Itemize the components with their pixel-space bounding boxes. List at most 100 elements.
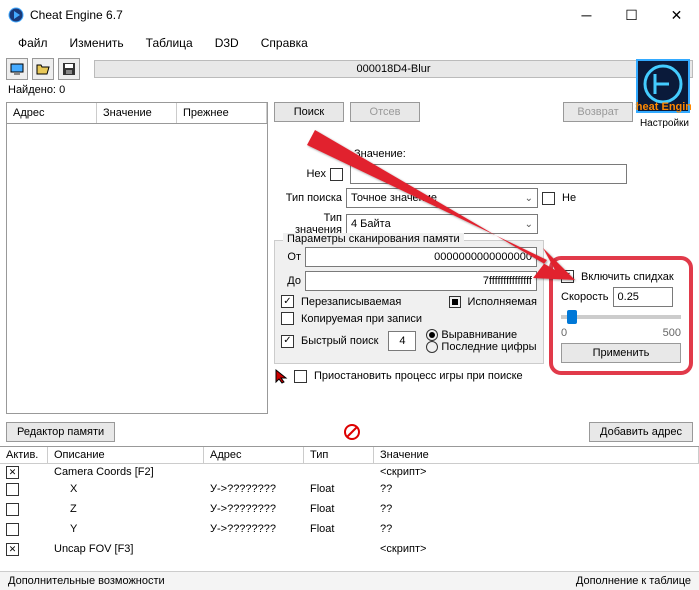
value-input[interactable]: [350, 164, 627, 184]
slider-min: 0: [561, 327, 567, 339]
open-file-button[interactable]: [32, 58, 54, 80]
cell-addr: [204, 541, 304, 558]
cow-checkbox[interactable]: [281, 312, 294, 325]
forbidden-icon[interactable]: [343, 423, 361, 441]
cell-desc: Z: [48, 501, 204, 521]
table-row[interactable]: ZУ->????????Float??: [0, 501, 699, 521]
arrow-cursor-icon: [274, 368, 290, 384]
col-address[interactable]: Адрес: [7, 103, 97, 123]
th-val[interactable]: Значение: [374, 447, 699, 463]
col-previous[interactable]: Прежнее: [177, 103, 267, 123]
cell-type: [304, 464, 374, 481]
undo-button[interactable]: Возврат: [563, 102, 633, 122]
window-title: Cheat Engine 6.7: [30, 8, 564, 22]
writable-label: Перезаписываемая: [301, 296, 401, 308]
hex-checkbox[interactable]: [330, 168, 343, 181]
pause-game-label: Приостановить процесс игры при поиске: [314, 370, 523, 382]
table-row[interactable]: Uncap FOV [F3] <скрипт>: [0, 541, 699, 558]
scan-params-title: Параметры сканирования памяти: [283, 233, 464, 245]
to-label: До: [281, 275, 301, 287]
scan-panel: Поиск Отсев Возврат Значение: Hex Тип по…: [274, 102, 693, 414]
cell-desc: Uncap FOV [F3]: [48, 541, 204, 558]
speedhack-panel: Включить спидхак Скорость 0 500 Применит…: [549, 256, 693, 375]
search-type-select[interactable]: Точное значение: [346, 188, 538, 208]
cell-val: ??: [374, 481, 699, 501]
bottom-bar: Редактор памяти Добавить адрес: [0, 418, 699, 446]
apply-button[interactable]: Применить: [561, 343, 681, 363]
menu-table[interactable]: Таблица: [136, 32, 203, 54]
last-digits-radio[interactable]: [426, 341, 438, 353]
filter-button[interactable]: Отсев: [350, 102, 420, 122]
minimize-button[interactable]: ─: [564, 0, 609, 30]
fast-scan-checkbox[interactable]: [281, 335, 294, 348]
cell-desc: X: [48, 481, 204, 501]
not-checkbox[interactable]: [542, 192, 555, 205]
found-count: 0: [59, 84, 65, 96]
th-active[interactable]: Актив.: [0, 447, 48, 463]
slider-thumb[interactable]: [567, 310, 577, 324]
address-table: Актив. Описание Адрес Тип Значение Camer…: [0, 446, 699, 558]
process-label: 000018D4-Blur: [94, 60, 693, 78]
table-row[interactable]: XУ->????????Float??: [0, 481, 699, 501]
value-type-select[interactable]: 4 Байта: [346, 214, 538, 234]
pause-game-checkbox[interactable]: [294, 370, 307, 383]
titlebar: Cheat Engine 6.7 ─ ☐ ✕: [0, 0, 699, 30]
search-type-label: Тип поиска: [274, 192, 342, 204]
active-checkbox[interactable]: [6, 466, 19, 479]
save-button[interactable]: [58, 58, 80, 80]
active-checkbox[interactable]: [6, 523, 19, 536]
status-left[interactable]: Дополнительные возможности: [8, 575, 165, 587]
results-header: Адрес Значение Прежнее: [6, 102, 268, 124]
memory-editor-button[interactable]: Редактор памяти: [6, 422, 115, 442]
found-label: Найдено: 0: [0, 82, 699, 98]
cell-val: ??: [374, 501, 699, 521]
close-button[interactable]: ✕: [654, 0, 699, 30]
executable-checkbox[interactable]: [449, 296, 461, 308]
col-value[interactable]: Значение: [97, 103, 177, 123]
status-right[interactable]: Дополнение к таблице: [576, 575, 691, 587]
th-type[interactable]: Тип: [304, 447, 374, 463]
enable-speedhack-label: Включить спидхак: [581, 271, 674, 283]
from-input[interactable]: [305, 247, 537, 267]
menu-edit[interactable]: Изменить: [60, 32, 134, 54]
from-label: От: [281, 251, 301, 263]
table-row[interactable]: YУ->????????Float??: [0, 521, 699, 541]
cow-label: Копируемая при записи: [301, 313, 422, 325]
add-address-button[interactable]: Добавить адрес: [589, 422, 693, 442]
table-header: Актив. Описание Адрес Тип Значение: [0, 447, 699, 464]
menu-file[interactable]: Файл: [8, 32, 58, 54]
enable-speedhack-checkbox[interactable]: [561, 270, 574, 283]
table-body[interactable]: Camera Coords [F2]<скрипт>XУ->????????Fl…: [0, 464, 699, 558]
slider-max: 500: [663, 327, 681, 339]
cell-val: <скрипт>: [374, 541, 699, 558]
save-icon: [62, 62, 76, 76]
not-label: Не: [562, 192, 576, 204]
th-addr[interactable]: Адрес: [204, 447, 304, 463]
speed-input[interactable]: [613, 287, 673, 307]
cell-type: Float: [304, 481, 374, 501]
last-digits-label: Последние цифры: [441, 341, 536, 353]
cell-desc: Camera Coords [F2]: [48, 464, 204, 481]
active-checkbox[interactable]: [6, 503, 19, 516]
maximize-button[interactable]: ☐: [609, 0, 654, 30]
results-list[interactable]: [6, 124, 268, 414]
th-desc[interactable]: Описание: [48, 447, 204, 463]
hex-label: Hex: [274, 168, 326, 180]
open-process-button[interactable]: [6, 58, 28, 80]
cell-addr: [204, 464, 304, 481]
alignment-radio[interactable]: [426, 329, 438, 341]
active-checkbox[interactable]: [6, 483, 19, 496]
toolbar: 000018D4-Blur: [0, 56, 699, 82]
menu-help[interactable]: Справка: [251, 32, 318, 54]
table-row[interactable]: Camera Coords [F2]<скрипт>: [0, 464, 699, 481]
writable-checkbox[interactable]: [281, 295, 294, 308]
menu-d3d[interactable]: D3D: [205, 32, 249, 54]
search-button[interactable]: Поиск: [274, 102, 344, 122]
speed-slider[interactable]: [561, 315, 681, 319]
speed-label: Скорость: [561, 291, 609, 303]
to-input[interactable]: [305, 271, 537, 291]
fast-scan-label: Быстрый поиск: [301, 335, 378, 347]
cell-type: [304, 541, 374, 558]
active-checkbox[interactable]: [6, 543, 19, 556]
fast-scan-input[interactable]: [388, 331, 416, 351]
